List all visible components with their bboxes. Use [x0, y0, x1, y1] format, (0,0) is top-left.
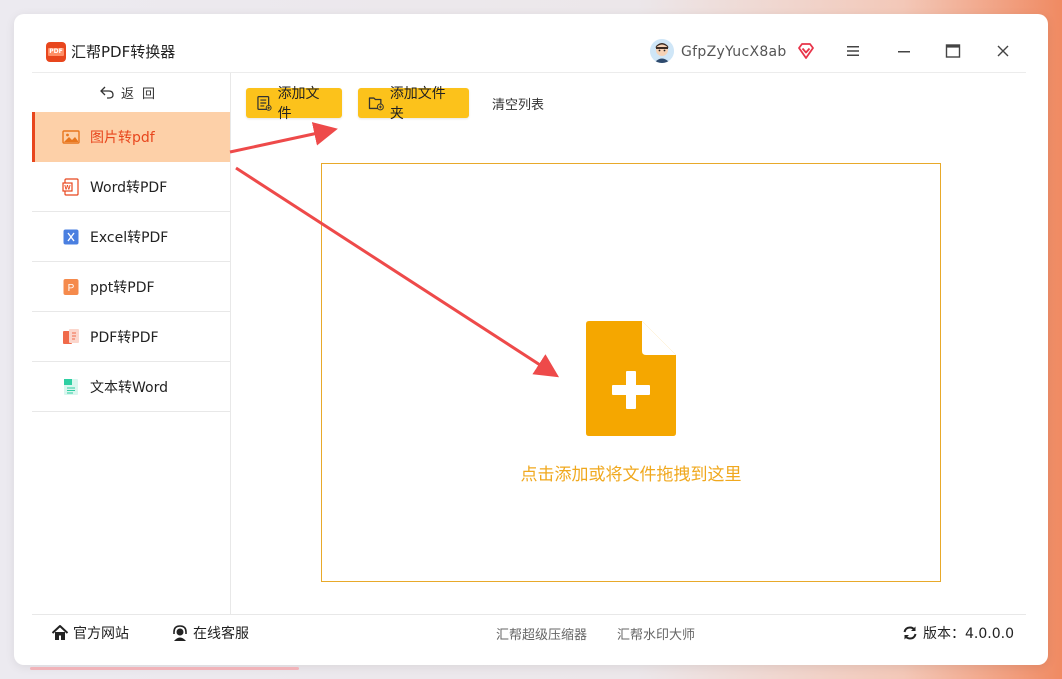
ppt-icon: P: [63, 278, 79, 295]
text-icon: [64, 378, 78, 395]
divider: [32, 614, 1026, 615]
add-folder-label: 添加文件夹: [389, 86, 446, 122]
file-add-icon: [586, 321, 676, 436]
svg-text:P: P: [68, 283, 75, 294]
arrow-to-toolbar: [229, 122, 338, 154]
user-avatar[interactable]: [650, 39, 674, 63]
sidebar-item-label: 文本转Word: [90, 379, 168, 396]
pdf-icon: [63, 328, 79, 344]
sidebar-item-label: PDF转PDF: [90, 329, 159, 346]
back-button[interactable]: 返回: [32, 73, 230, 111]
sidebar-item-excel-to-pdf[interactable]: Excel转PDF: [32, 212, 230, 262]
home-icon: [51, 625, 69, 640]
sidebar-item-pdf-to-pdf[interactable]: PDF转PDF: [32, 312, 230, 362]
sidebar: 返回 图片转pdf W Word转PDF Excel转PDF P ppt转PDF…: [32, 73, 231, 614]
maximize-icon[interactable]: [944, 42, 962, 60]
word-icon: W: [62, 177, 79, 196]
version-info[interactable]: 版本：4.0.0.0: [901, 623, 1014, 643]
online-service-link[interactable]: 在线客服: [171, 623, 249, 643]
headset-icon: [173, 625, 187, 641]
sidebar-item-label: ppt转PDF: [90, 279, 155, 296]
image-icon: [62, 130, 80, 144]
sidebar-item-label: Excel转PDF: [90, 229, 169, 246]
file-dropzone[interactable]: 点击添加或将文件拖拽到这里: [321, 163, 941, 582]
dropzone-hint: 点击添加或将文件拖拽到这里: [520, 465, 742, 485]
app-window: PDF 汇帮PDF转换器 GfpZyYucX8ab 返回 图片转pdf W Wo…: [14, 14, 1048, 665]
minimize-icon[interactable]: [895, 42, 913, 60]
username[interactable]: GfpZyYucX8ab: [681, 42, 787, 62]
watermark-link[interactable]: 汇帮水印大师: [617, 624, 695, 643]
sidebar-item-label: Word转PDF: [90, 179, 168, 196]
add-folder-button[interactable]: 添加文件夹: [358, 86, 469, 122]
title-bar: PDF 汇帮PDF转换器 GfpZyYucX8ab: [14, 14, 1048, 72]
horizontal-scrollbar[interactable]: [30, 667, 299, 670]
sidebar-item-image-to-pdf[interactable]: 图片转pdf: [32, 112, 230, 162]
back-label: 返回: [120, 86, 163, 102]
sidebar-item-word-to-pdf[interactable]: W Word转PDF: [32, 162, 230, 212]
app-logo: PDF: [46, 42, 66, 62]
svg-text:W: W: [64, 184, 71, 191]
back-arrow-icon: [100, 86, 114, 99]
clear-list-button[interactable]: 清空列表: [492, 94, 544, 113]
compressor-link[interactable]: 汇帮超级压缩器: [496, 624, 587, 643]
online-service-label: 在线客服: [193, 626, 249, 642]
add-file-label: 添加文件: [277, 86, 320, 122]
menu-icon[interactable]: [844, 42, 862, 60]
official-site-link[interactable]: 官方网站: [51, 623, 129, 643]
add-file-button[interactable]: 添加文件: [246, 86, 342, 122]
excel-icon: [63, 229, 79, 244]
version-label: 版本：4.0.0.0: [923, 626, 1014, 642]
refresh-icon: [903, 626, 917, 640]
sidebar-item-ppt-to-pdf[interactable]: P ppt转PDF: [32, 262, 230, 312]
vip-diamond-icon[interactable]: [797, 42, 815, 60]
official-site-label: 官方网站: [73, 626, 129, 642]
file-list-icon: [257, 96, 272, 111]
folder-add-icon: [368, 97, 384, 111]
app-title: 汇帮PDF转换器: [71, 43, 176, 61]
sidebar-item-label: 图片转pdf: [90, 130, 155, 146]
sidebar-item-text-to-word[interactable]: 文本转Word: [32, 362, 230, 412]
close-icon[interactable]: [994, 42, 1012, 60]
